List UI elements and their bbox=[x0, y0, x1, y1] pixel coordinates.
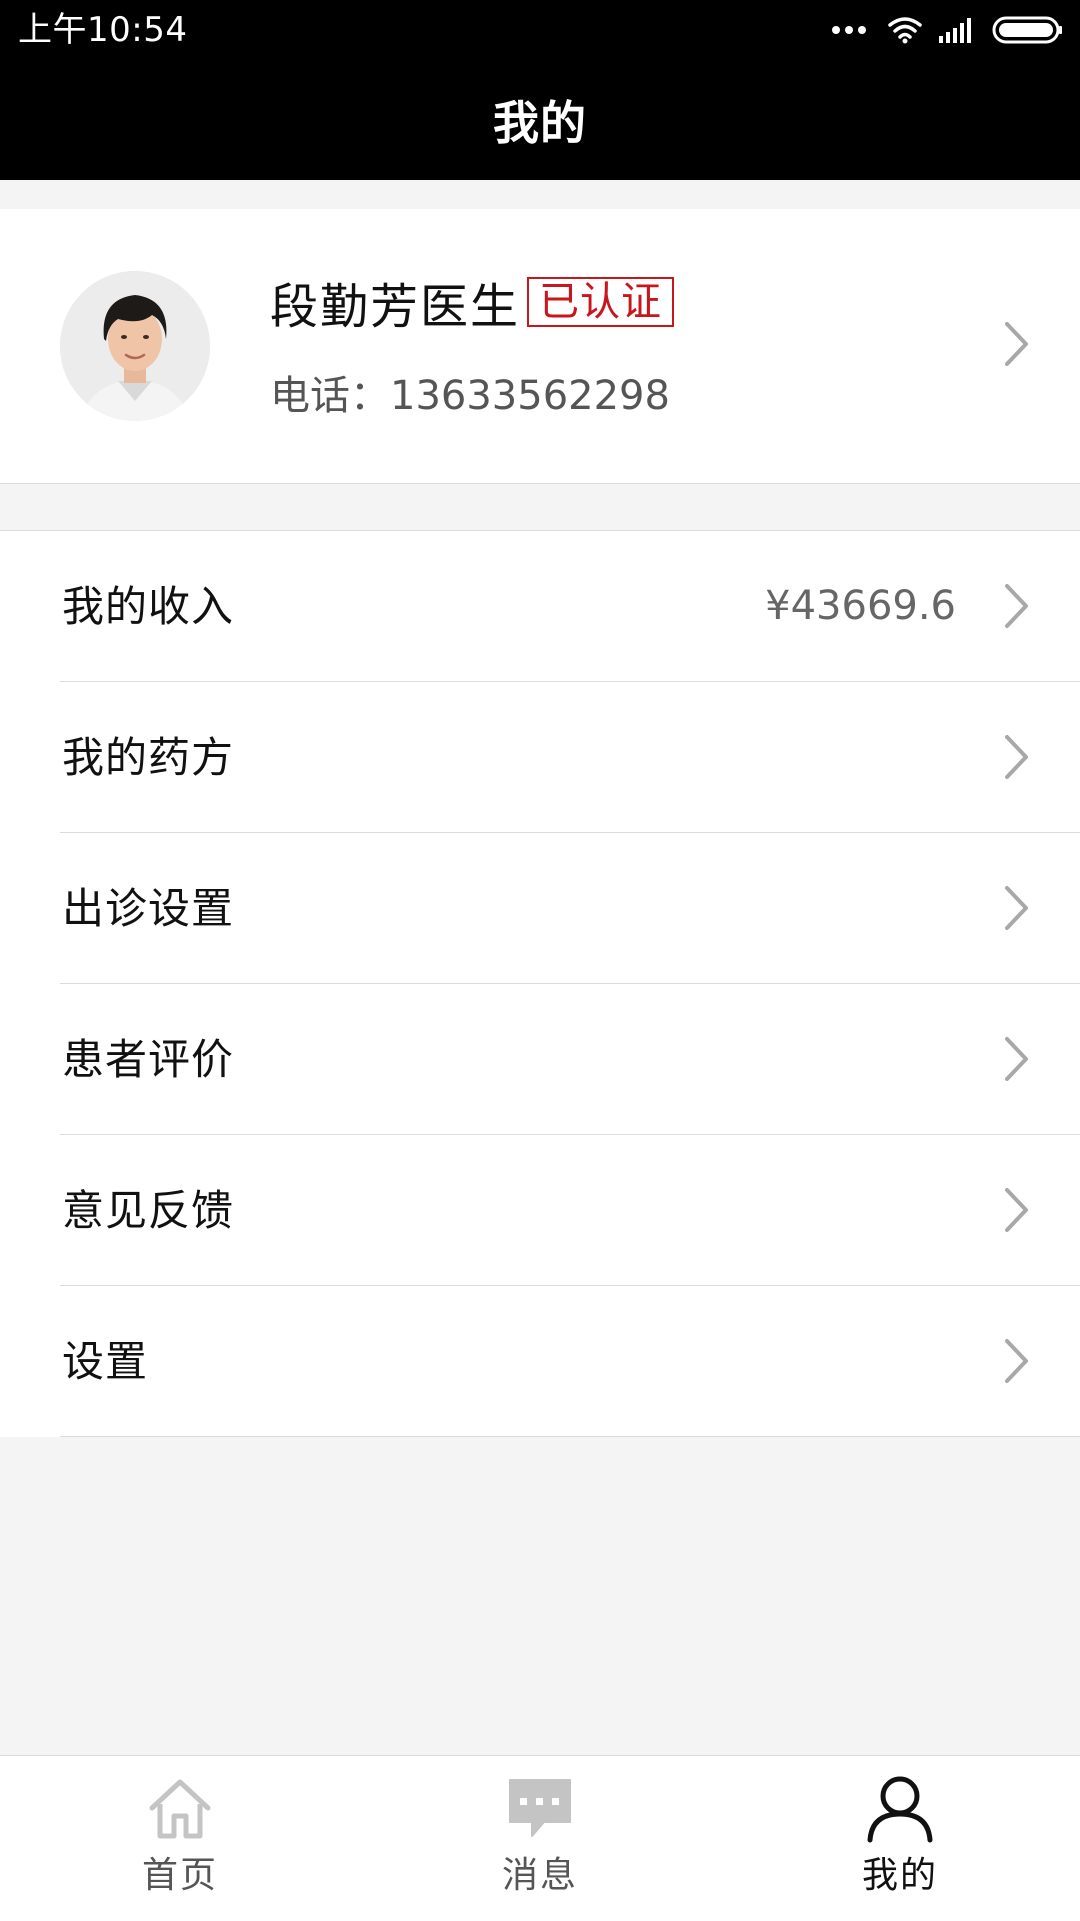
more-dots-icon bbox=[832, 26, 866, 34]
chevron-right-icon bbox=[1005, 584, 1028, 628]
divider bbox=[60, 1436, 1080, 1437]
avatar bbox=[60, 271, 210, 421]
income-value: ¥43669.6 bbox=[765, 583, 956, 629]
menu-item-label: 设置 bbox=[62, 1337, 149, 1386]
doctor-name: 段勤芳医生 bbox=[270, 279, 521, 335]
page-header: 我的 bbox=[0, 60, 1080, 180]
profile-card[interactable]: 段勤芳医生 已认证 电话：13633562298 bbox=[0, 209, 1080, 484]
tab-label: 消息 bbox=[501, 1855, 578, 1896]
chevron-right-icon bbox=[1005, 1037, 1028, 1081]
home-icon bbox=[149, 1779, 211, 1839]
chevron-right-icon bbox=[1005, 735, 1028, 779]
tab-label: 首页 bbox=[141, 1855, 218, 1896]
chevron-right-icon bbox=[1005, 1188, 1028, 1232]
status-icons bbox=[832, 12, 1064, 48]
menu-item-prescriptions[interactable]: 我的药方 bbox=[0, 682, 1080, 833]
chevron-right-icon bbox=[1005, 1339, 1028, 1383]
status-bar: 上午10:54 bbox=[0, 0, 1080, 60]
menu-item-patient-reviews[interactable]: 患者评价 bbox=[0, 984, 1080, 1135]
tab-mine[interactable]: 我的 bbox=[720, 1756, 1080, 1921]
bottom-tab-bar: 首页 消息 我的 bbox=[0, 1755, 1080, 1921]
avatar-image bbox=[60, 271, 210, 421]
tab-messages[interactable]: 消息 bbox=[360, 1756, 720, 1921]
tab-label: 我的 bbox=[861, 1855, 938, 1896]
menu-item-label: 我的药方 bbox=[62, 733, 235, 782]
tab-home[interactable]: 首页 bbox=[0, 1756, 360, 1921]
battery-icon bbox=[992, 16, 1062, 44]
phone-line: 电话：13633562298 bbox=[270, 369, 670, 423]
page-title: 我的 bbox=[493, 96, 587, 150]
phone-number: 13633562298 bbox=[390, 373, 670, 419]
menu-item-label: 出诊设置 bbox=[62, 884, 235, 933]
menu-item-label: 我的收入 bbox=[62, 582, 235, 631]
verified-badge: 已认证 bbox=[527, 277, 674, 327]
menu-list: 我的收入 ¥43669.6 我的药方 出诊设置 患者评价 意见反馈 设置 bbox=[0, 530, 1080, 1437]
menu-item-label: 意见反馈 bbox=[62, 1186, 235, 1235]
phone-label: 电话： bbox=[270, 373, 390, 419]
chevron-right-icon bbox=[1005, 322, 1028, 366]
chevron-right-icon bbox=[1005, 886, 1028, 930]
menu-item-settings[interactable]: 设置 bbox=[0, 1286, 1080, 1437]
wifi-icon bbox=[888, 17, 922, 44]
status-time: 上午10:54 bbox=[18, 10, 188, 50]
menu-item-clinic-settings[interactable]: 出诊设置 bbox=[0, 833, 1080, 984]
menu-item-label: 患者评价 bbox=[62, 1035, 235, 1084]
message-icon bbox=[509, 1779, 571, 1837]
menu-item-income[interactable]: 我的收入 ¥43669.6 bbox=[0, 531, 1080, 682]
menu-item-feedback[interactable]: 意见反馈 bbox=[0, 1135, 1080, 1286]
signal-icon bbox=[939, 18, 971, 43]
user-icon bbox=[867, 1776, 933, 1843]
